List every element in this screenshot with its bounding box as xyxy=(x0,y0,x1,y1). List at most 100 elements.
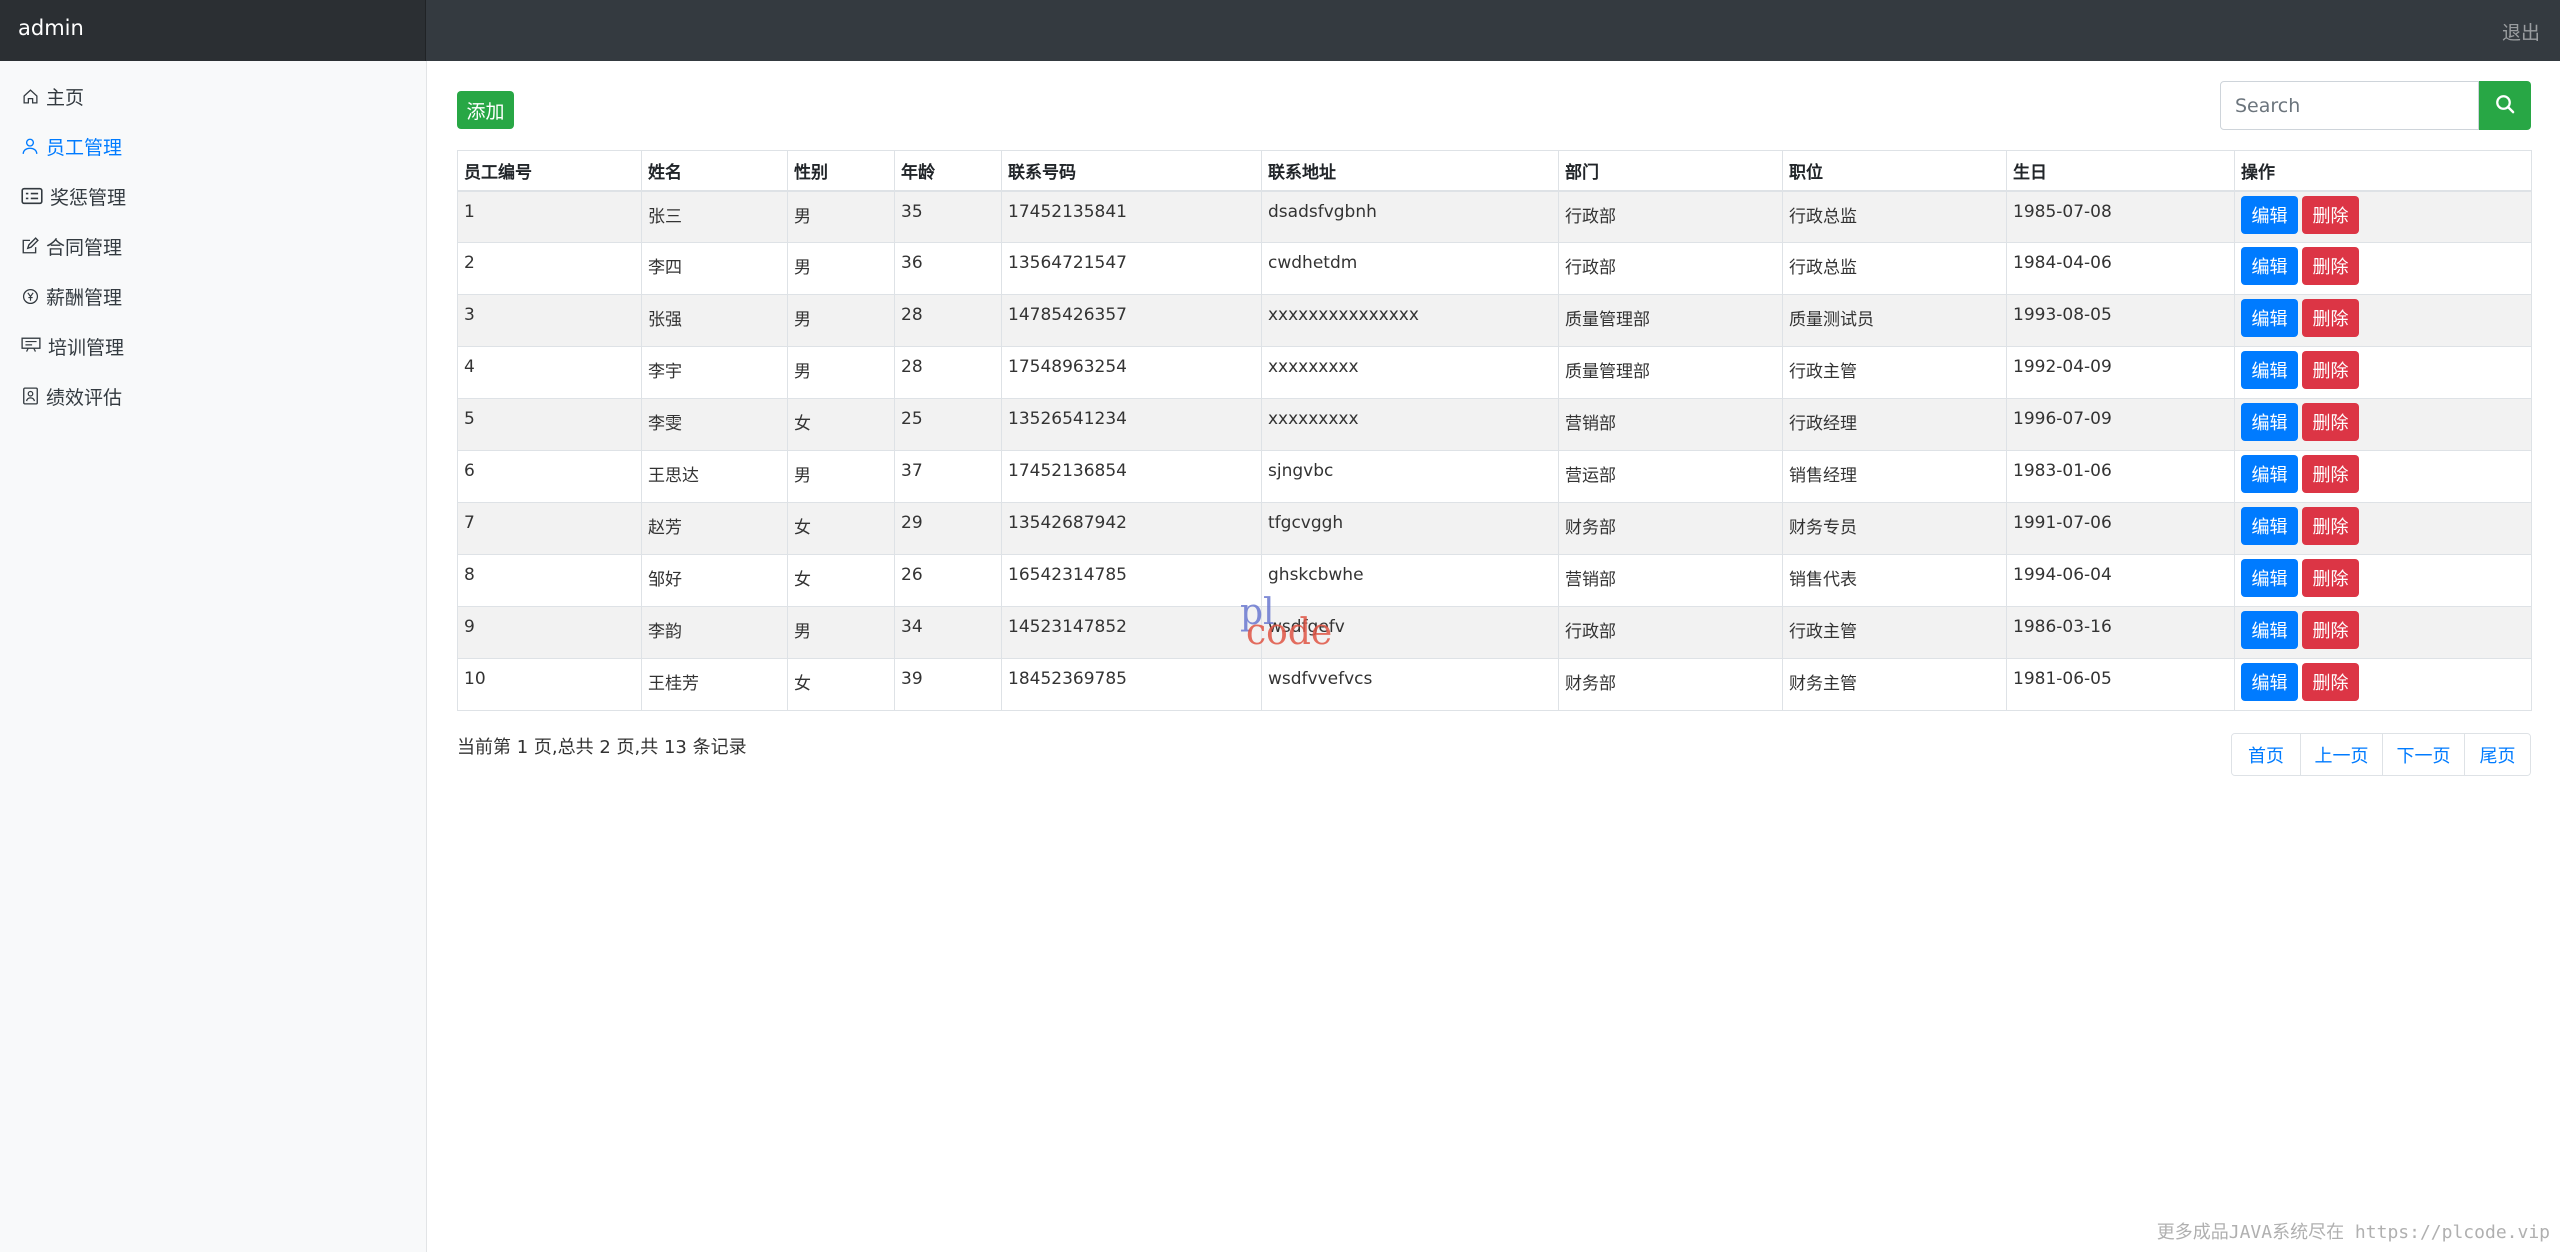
table-cell: 王桂芳 xyxy=(641,658,788,711)
table-cell: 男 xyxy=(787,346,895,399)
table-cell: 4 xyxy=(457,346,642,399)
table-cell: 37 xyxy=(894,450,1002,503)
table-cell: 1985-07-08 xyxy=(2006,190,2235,243)
table-cell: sjngvbc xyxy=(1261,450,1559,503)
delete-button[interactable]: 删除 xyxy=(2302,351,2359,389)
table-cell: 营销部 xyxy=(1558,554,1783,607)
sidebar-item-label: 奖惩管理 xyxy=(50,186,127,209)
edit-button[interactable]: 编辑 xyxy=(2241,195,2298,234)
main-content: 添加 员工编号姓名性别年龄联系号码联系地址部门职位生日操作 1张三男351745… xyxy=(427,61,2560,1252)
table-cell: 1993-08-05 xyxy=(2006,294,2235,347)
table-row: 8 邹好女 26 16542314785 ghskcbwhe 营销部 销售代表 1994-06… xyxy=(457,554,2532,607)
delete-button[interactable]: 删除 xyxy=(2302,195,2359,234)
brand-link[interactable]: admin xyxy=(18,16,84,40)
table-cell: 邹好 xyxy=(641,554,788,607)
table-cell: 行政部 xyxy=(1558,242,1783,295)
edit-button[interactable]: 编辑 xyxy=(2241,663,2298,701)
table-cell: 男 xyxy=(787,606,895,659)
delete-button[interactable]: 删除 xyxy=(2302,559,2359,597)
table-cell: 14785426357 xyxy=(1001,294,1262,347)
search-input[interactable] xyxy=(2220,81,2479,130)
table-cell: 行政部 xyxy=(1558,606,1783,659)
footer-note: 更多成品JAVA系统尽在 https://plcode.vip xyxy=(2156,1222,2550,1243)
last-page-link[interactable]: 尾页 xyxy=(2464,734,2530,775)
sidebar-item-label: 培训管理 xyxy=(48,336,125,359)
first-page-link[interactable]: 首页 xyxy=(2232,734,2300,775)
delete-button[interactable]: 删除 xyxy=(2302,455,2359,493)
table-cell: 10 xyxy=(457,658,642,711)
delete-button[interactable]: 删除 xyxy=(2302,403,2359,441)
sidebar: 主页 员工管理 奖惩管理 合同管理 薪酬管理 培训管理 绩效评估 xyxy=(0,61,427,1252)
table-cell: 17548963254 xyxy=(1001,346,1262,399)
pagination-info: 当前第 1 页,总共 2 页,共 13 条记录 xyxy=(457,737,747,758)
add-button[interactable]: 添加 xyxy=(457,91,514,129)
column-header: 员工编号 xyxy=(457,150,642,192)
column-header: 联系号码 xyxy=(1001,150,1262,192)
table-cell: 行政主管 xyxy=(1782,606,2007,659)
table-cell: wsdfvvefvcs xyxy=(1261,658,1559,711)
table-cell: 质量管理部 xyxy=(1558,346,1783,399)
table-cell: 李雯 xyxy=(641,398,788,451)
logout-link[interactable]: 退出 xyxy=(2502,18,2540,45)
table-cell: 39 xyxy=(894,658,1002,711)
table-cell: 16542314785 xyxy=(1001,554,1262,607)
table-cell: 36 xyxy=(894,242,1002,295)
sidebar-item-employees[interactable]: 员工管理 xyxy=(20,131,122,161)
table-cell: 1986-03-16 xyxy=(2006,606,2235,659)
search-button[interactable] xyxy=(2479,81,2531,130)
sidebar-item-rewards[interactable]: 奖惩管理 xyxy=(20,181,126,211)
edit-button[interactable]: 编辑 xyxy=(2241,611,2298,649)
table-cell: 行政总监 xyxy=(1782,190,2007,243)
table-cell: 销售代表 xyxy=(1782,554,2007,607)
table-cell: 1992-04-09 xyxy=(2006,346,2235,399)
delete-button[interactable]: 删除 xyxy=(2302,247,2359,285)
table-cell: 13564721547 xyxy=(1001,242,1262,295)
table-row: 10 王桂芳女 39 18452369785 wsdfvvefvcs 财务部 财务主管 198… xyxy=(457,658,2532,711)
table-cell: 28 xyxy=(894,294,1002,347)
column-header: 部门 xyxy=(1558,150,1783,192)
table-cell: 王思达 xyxy=(641,450,788,503)
column-header: 操作 xyxy=(2234,150,2532,192)
table-cell: 28 xyxy=(894,346,1002,399)
sidebar-item-performance[interactable]: 绩效评估 xyxy=(20,381,122,411)
next-page-link[interactable]: 下一页 xyxy=(2382,734,2464,775)
table-cell: dsadsfvgbnh xyxy=(1261,190,1559,243)
yen-circle-icon xyxy=(20,286,40,306)
edit-button[interactable]: 编辑 xyxy=(2241,403,2298,441)
edit-button[interactable]: 编辑 xyxy=(2241,455,2298,493)
prev-page-link[interactable]: 上一页 xyxy=(2300,734,2382,775)
sidebar-item-training[interactable]: 培训管理 xyxy=(20,331,124,361)
table-cell: 9 xyxy=(457,606,642,659)
table-row: 3 张强男 28 14785426357 xxxxxxxxxxxxxxx 质量管理部 质量测… xyxy=(457,294,2532,347)
file-person-icon xyxy=(20,386,40,406)
table-cell: 3 xyxy=(457,294,642,347)
sidebar-item-home[interactable]: 主页 xyxy=(20,81,84,111)
delete-button[interactable]: 删除 xyxy=(2302,611,2359,649)
table-cell: 35 xyxy=(894,190,1002,243)
house-icon xyxy=(20,86,40,106)
edit-button[interactable]: 编辑 xyxy=(2241,559,2298,597)
sidebar-item-label: 绩效评估 xyxy=(46,386,123,409)
actions-cell: 编辑 删除 xyxy=(2234,398,2532,451)
table-cell: 6 xyxy=(457,450,642,503)
edit-button[interactable]: 编辑 xyxy=(2241,351,2298,389)
sidebar-item-label: 员工管理 xyxy=(46,136,123,159)
sidebar-item-salary[interactable]: 薪酬管理 xyxy=(20,281,122,311)
edit-button[interactable]: 编辑 xyxy=(2241,299,2298,337)
table-cell: 29 xyxy=(894,502,1002,555)
card-list-icon xyxy=(20,186,44,206)
table-cell: wsdfgefv xyxy=(1261,606,1559,659)
delete-button[interactable]: 删除 xyxy=(2302,507,2359,545)
edit-button[interactable]: 编辑 xyxy=(2241,507,2298,545)
edit-button[interactable]: 编辑 xyxy=(2241,247,2298,285)
table-header: 员工编号 姓名 性别 年龄 联系号码 联系地址 部门 职位 生日 操作 xyxy=(457,150,2532,192)
table-cell: 1983-01-06 xyxy=(2006,450,2235,503)
table-cell: 财务主管 xyxy=(1782,658,2007,711)
table-cell: ghskcbwhe xyxy=(1261,554,1559,607)
sidebar-item-contracts[interactable]: 合同管理 xyxy=(20,231,122,261)
column-header: 职位 xyxy=(1782,150,2007,192)
delete-button[interactable]: 删除 xyxy=(2302,663,2359,701)
search-icon xyxy=(2495,94,2515,118)
column-header: 姓名 xyxy=(641,150,788,192)
delete-button[interactable]: 删除 xyxy=(2302,299,2359,337)
